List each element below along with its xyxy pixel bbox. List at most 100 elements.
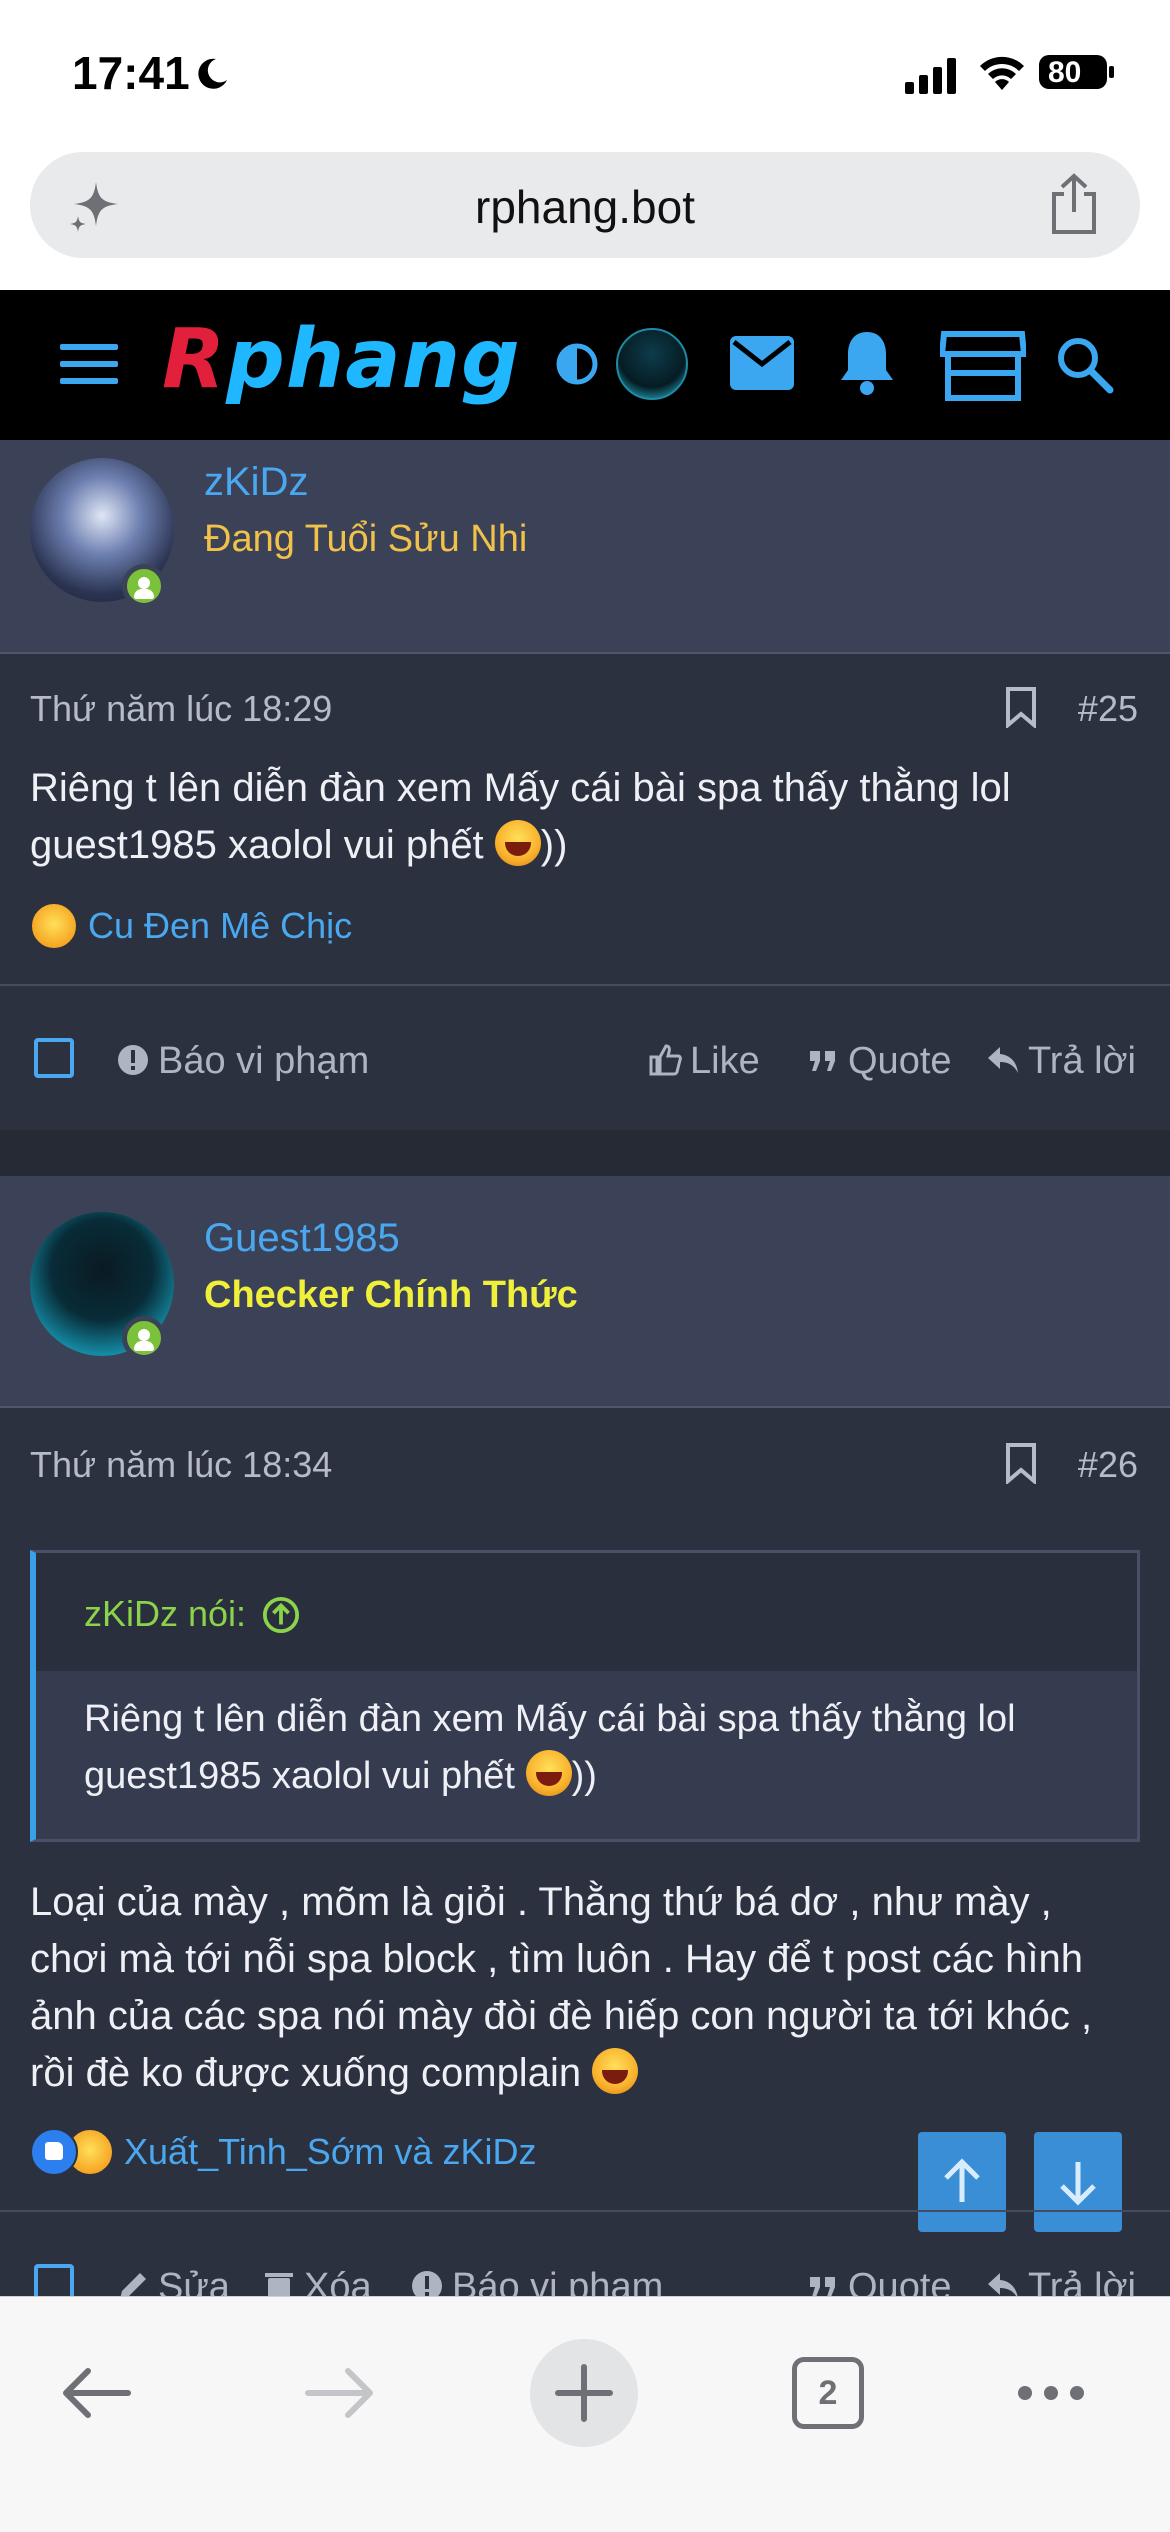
thread-content: zKiDz Đang Tuổi Sửu Nhi Thứ năm lúc 18:2… xyxy=(0,440,1170,2296)
battery-indicator: 80 xyxy=(1038,52,1116,92)
address-bar[interactable]: rphang.bot xyxy=(30,152,1140,258)
quote-button[interactable]: Quote xyxy=(806,1040,952,1083)
select-post-checkbox[interactable] xyxy=(34,2264,74,2296)
arrow-up-icon xyxy=(944,2158,980,2202)
alert-icon xyxy=(412,2271,442,2296)
quoted-message: zKiDz nói: Riêng t lên diễn đàn xem Mấy … xyxy=(30,1550,1140,1842)
reaction-users[interactable]: Cu Đen Mê Chịc xyxy=(88,905,352,946)
reply-button[interactable]: Trả lời xyxy=(986,2266,1136,2296)
share-icon[interactable] xyxy=(1046,172,1102,236)
browser-toolbar: 2 xyxy=(0,2296,1170,2532)
report-button[interactable]: Báo vi phạm xyxy=(116,1040,369,1083)
laughing-emoji-icon xyxy=(525,1750,572,1796)
reactions-summary[interactable]: Cu Đen Mê Chịc xyxy=(30,902,352,950)
store-icon[interactable] xyxy=(940,330,1026,402)
post-date[interactable]: Thứ năm lúc 18:29 xyxy=(30,688,332,730)
quote-header[interactable]: zKiDz nói: xyxy=(36,1553,1137,1671)
post-body: Riêng t lên diễn đàn xem Mấy cái bài spa… xyxy=(30,760,1140,874)
reaction-users[interactable]: Xuất_Tinh_Sớm và zKiDz xyxy=(124,2131,536,2172)
post-user-header: Guest1985 Checker Chính Thức xyxy=(0,1176,1170,1408)
post-separator xyxy=(0,1130,1170,1176)
jump-to-quote-icon[interactable] xyxy=(262,1596,300,1634)
delete-label: Xóa xyxy=(304,2266,372,2296)
report-label: Báo vi phạm xyxy=(452,2266,664,2296)
tab-count: 2 xyxy=(818,2374,838,2412)
menu-icon[interactable] xyxy=(60,342,118,386)
laughing-emoji-icon xyxy=(494,820,541,866)
like-label: Like xyxy=(690,1040,760,1082)
divider xyxy=(0,2210,1170,2212)
post-number[interactable]: #25 xyxy=(1078,688,1138,730)
post-action-bar: Sửa Xóa Báo vi phạm Quote Trả lời xyxy=(0,2244,1170,2296)
reactions-summary[interactable]: Xuất_Tinh_Sớm và zKiDz xyxy=(30,2128,536,2176)
status-bar: 17:41 80 xyxy=(0,0,1170,150)
quote-author-text: zKiDz nói: xyxy=(84,1593,247,1634)
edit-button[interactable]: Sửa xyxy=(116,2266,230,2296)
contrast-toggle-icon[interactable] xyxy=(555,342,599,386)
logo-initial: R xyxy=(162,312,227,407)
address-url[interactable]: rphang.bot xyxy=(30,180,1140,234)
report-button[interactable]: Báo vi phạm xyxy=(410,2266,663,2296)
arrow-down-icon xyxy=(1060,2162,1096,2206)
quote-label: Quote xyxy=(848,1040,952,1082)
trash-icon xyxy=(265,2273,293,2296)
quote-body-suffix: )) xyxy=(571,1755,597,1797)
post-number[interactable]: #26 xyxy=(1078,1444,1138,1486)
more-options-icon[interactable] xyxy=(1016,2383,1086,2403)
like-button[interactable]: Like xyxy=(648,1040,760,1083)
site-logo[interactable]: Rphang xyxy=(162,312,520,416)
scroll-up-button[interactable] xyxy=(918,2132,1006,2232)
like-reaction-icon xyxy=(30,2128,78,2176)
post-body-text: Loại của mày , mõm là giỏi . Thằng thứ b… xyxy=(30,1880,1093,2095)
site-header: Rphang xyxy=(0,290,1170,440)
post-user-title: Checker Chính Thức xyxy=(204,1274,578,1316)
reply-label: Trả lời xyxy=(1028,1040,1136,1082)
search-icon[interactable] xyxy=(1054,334,1114,394)
select-post-checkbox[interactable] xyxy=(34,1038,74,1078)
delete-button[interactable]: Xóa xyxy=(262,2266,372,2296)
haha-reaction-icon xyxy=(30,902,78,950)
bookmark-icon[interactable] xyxy=(1004,1442,1038,1484)
reply-icon xyxy=(988,1047,1018,1073)
user-avatar[interactable] xyxy=(616,328,688,400)
thumbs-up-icon xyxy=(649,1044,682,1076)
reply-button[interactable]: Trả lời xyxy=(986,1040,1136,1083)
post-username[interactable]: zKiDz xyxy=(204,460,308,505)
logo-text: phang xyxy=(226,312,521,407)
alert-icon xyxy=(118,1045,148,1075)
post-user-header: zKiDz Đang Tuổi Sửu Nhi xyxy=(0,440,1170,654)
post-username[interactable]: Guest1985 xyxy=(204,1216,400,1261)
laughing-emoji-icon xyxy=(592,2048,639,2094)
mail-icon[interactable] xyxy=(730,336,794,390)
reply-icon xyxy=(988,2273,1018,2296)
tabs-button[interactable]: 2 xyxy=(792,2357,864,2429)
quote-icon xyxy=(810,2277,835,2296)
quote-button[interactable]: Quote xyxy=(806,2266,952,2296)
bookmark-icon[interactable] xyxy=(1004,686,1038,728)
divider xyxy=(0,984,1170,986)
quote-icon xyxy=(810,1051,835,1071)
status-time: 17:41 xyxy=(72,47,190,99)
edit-label: Sửa xyxy=(158,2266,230,2296)
back-arrow-icon[interactable] xyxy=(58,2363,134,2423)
quote-label: Quote xyxy=(848,2266,952,2296)
post-body: Loại của mày , mõm là giỏi . Thằng thứ b… xyxy=(30,1874,1140,2102)
online-status-icon xyxy=(122,1316,166,1360)
plus-icon xyxy=(555,2364,613,2422)
forward-arrow-icon[interactable] xyxy=(302,2363,378,2423)
scroll-down-button[interactable] xyxy=(1034,2132,1122,2232)
post-action-bar: Báo vi phạm Like Quote Trả lời xyxy=(0,1018,1170,1114)
notifications-bell-icon[interactable] xyxy=(838,330,896,396)
online-status-icon xyxy=(122,564,166,608)
report-label: Báo vi phạm xyxy=(158,1040,370,1082)
cellular-signal-icon xyxy=(905,58,956,94)
reply-label: Trả lời xyxy=(1028,2266,1136,2296)
pencil-icon xyxy=(120,2273,146,2296)
wifi-icon xyxy=(980,56,1024,90)
post-user-title: Đang Tuổi Sửu Nhi xyxy=(204,518,528,560)
new-tab-button[interactable] xyxy=(530,2339,638,2447)
post-body-suffix: )) xyxy=(540,823,568,867)
quote-author[interactable]: zKiDz nói: xyxy=(84,1593,300,1635)
post-date[interactable]: Thứ năm lúc 18:34 xyxy=(30,1444,332,1486)
battery-level: 80 xyxy=(1048,56,1082,89)
